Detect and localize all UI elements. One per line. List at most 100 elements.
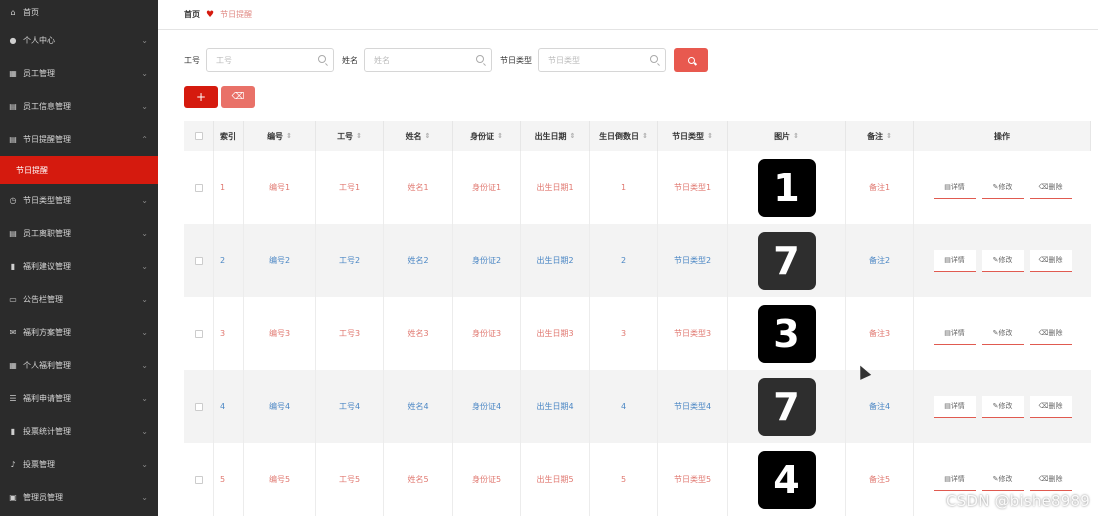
header-label: 身份证 <box>470 131 495 141</box>
row-image[interactable]: 3 <box>757 304 816 363</box>
trash-icon: ⌫ <box>1038 329 1049 337</box>
sidebar-item-welfare-apply[interactable]: ☰ 福利申请管理 ⌄ <box>0 382 158 415</box>
row-checkbox[interactable] <box>194 183 203 192</box>
header-leixing[interactable]: 节日类型 ⇕ <box>658 121 728 151</box>
sidebar-item-vote[interactable]: ♪ 投票管理 ⌄ <box>0 448 158 481</box>
edit-button[interactable]: ✎ 修改 <box>981 395 1024 418</box>
row-image[interactable]: 7 <box>757 231 816 290</box>
cell-chusheng: 出生日期3 <box>521 297 590 370</box>
search-icon <box>476 55 484 63</box>
cell-index: 3 <box>214 297 244 370</box>
row-image[interactable]: 1 <box>757 158 816 217</box>
chevron-down-icon: ⌄ <box>141 427 148 436</box>
detail-button[interactable]: ▤ 详情 <box>933 395 976 418</box>
delete-row-button[interactable]: ⌫ 删除 <box>1029 395 1072 418</box>
edit-button[interactable]: ✎ 修改 <box>981 176 1024 199</box>
delete-button[interactable]: ⌫ <box>221 86 255 108</box>
sidebar-item-welfare-suggestion[interactable]: ▮ 福利建议管理 ⌄ <box>0 250 158 283</box>
detail-button[interactable]: ▤ 详情 <box>933 322 976 345</box>
cell-chusheng: 出生日期5 <box>521 443 590 516</box>
header-beizhu[interactable]: 备注 ⇕ <box>846 121 914 151</box>
edit-button[interactable]: ✎ 修改 <box>981 322 1024 345</box>
sidebar-item-holiday-type[interactable]: ◷ 节日类型管理 ⌄ <box>0 184 158 217</box>
cell-tupian: 1 <box>728 151 846 224</box>
detail-button[interactable]: ▤ 详情 <box>933 468 976 491</box>
header-chusheng[interactable]: 出生日期 ⇕ <box>521 121 590 151</box>
row-checkbox[interactable] <box>194 402 203 411</box>
leixing-input[interactable] <box>539 49 665 71</box>
gonghao-input[interactable] <box>207 49 333 71</box>
sidebar-item-label: 节日类型管理 <box>23 196 71 205</box>
row-checkbox[interactable] <box>194 475 203 484</box>
cell-ops: ▤ 详情 ✎ 修改 ⌫ 删除 <box>914 297 1091 370</box>
sort-icon: ⇕ <box>707 132 713 140</box>
cell-beizhu: 备注5 <box>846 443 914 516</box>
chevron-down-icon: ⌄ <box>141 295 148 304</box>
row-image[interactable]: 7 <box>757 377 816 436</box>
row-actions: ▤ 详情 ✎ 修改 ⌫ 删除 <box>933 395 1072 418</box>
cell-gonghao: 工号2 <box>316 224 384 297</box>
table-row: 4 编号4 工号4 姓名4 身份证4 出生日期4 4 节日类型4 7 备注4 ▤ 详情 ✎ 修改 ⌫ 删… <box>184 370 1091 443</box>
sidebar-item-personal-welfare[interactable]: ▦ 个人福利管理 ⌄ <box>0 349 158 382</box>
row-checkbox[interactable] <box>194 256 203 265</box>
cell-xingming: 姓名4 <box>384 370 453 443</box>
delete-row-button[interactable]: ⌫ 删除 <box>1029 176 1072 199</box>
header-shenfenzheng[interactable]: 身份证 ⇕ <box>453 121 521 151</box>
cell-leixing: 节日类型4 <box>658 370 728 443</box>
header-tupian[interactable]: 图片 ⇕ <box>728 121 846 151</box>
detail-button[interactable]: ▤ 详情 <box>933 249 976 272</box>
edit-button[interactable]: ✎ 修改 <box>981 249 1024 272</box>
header-bianhao[interactable]: 编号 ⇕ <box>244 121 316 151</box>
delete-row-button[interactable]: ⌫ 删除 <box>1029 468 1072 491</box>
search-button[interactable] <box>674 48 708 72</box>
breadcrumb: 首页 ♥ 节日提醒 <box>158 0 1098 30</box>
delete-row-button[interactable]: ⌫ 删除 <box>1029 322 1072 345</box>
sidebar-item-personal-center[interactable]: ● 个人中心 ⌄ <box>0 24 158 57</box>
sidebar-item-employee[interactable]: ▦ 员工管理 ⌄ <box>0 57 158 90</box>
cell-tupian: 7 <box>728 224 846 297</box>
detail-button[interactable]: ▤ 详情 <box>933 176 976 199</box>
sidebar-item-holiday-reminder[interactable]: ▤ 节日提醒管理 ⌃ <box>0 123 158 156</box>
sidebar-item-welfare-plan[interactable]: ✉ 福利方案管理 ⌄ <box>0 316 158 349</box>
sidebar-item-vote-stats[interactable]: ▮ 投票统计管理 ⌄ <box>0 415 158 448</box>
leixing-field[interactable] <box>538 48 666 72</box>
row-checkbox[interactable] <box>194 329 203 338</box>
header-xingming[interactable]: 姓名 ⇕ <box>384 121 453 151</box>
sidebar-item-bulletin[interactable]: ▭ 公告栏管理 ⌄ <box>0 283 158 316</box>
chevron-down-icon: ⌄ <box>141 394 148 403</box>
header-gonghao[interactable]: 工号 ⇕ <box>316 121 384 151</box>
chevron-down-icon: ⌄ <box>141 460 148 469</box>
sort-icon: ⇕ <box>497 132 503 140</box>
bar-chart-icon: ▮ <box>10 262 16 271</box>
detail-icon: ▤ <box>944 475 951 483</box>
detail-icon: ▤ <box>944 402 951 410</box>
sidebar-item-home[interactable]: ⌂ 首页 <box>0 0 158 24</box>
cell-index: 2 <box>214 224 244 297</box>
edit-button[interactable]: ✎ 修改 <box>981 468 1024 491</box>
sidebar-item-admin[interactable]: ▣ 管理员管理 ⌄ <box>0 481 158 514</box>
gonghao-field[interactable] <box>206 48 334 72</box>
cell-leixing: 节日类型2 <box>658 224 728 297</box>
row-select-cell <box>184 443 214 516</box>
add-button[interactable]: + <box>184 86 218 108</box>
delete-row-button[interactable]: ⌫ 删除 <box>1029 249 1072 272</box>
header-label: 备注 <box>867 131 884 141</box>
breadcrumb-home[interactable]: 首页 <box>184 9 200 20</box>
sidebar-item-employee-info[interactable]: ▤ 员工信息管理 ⌄ <box>0 90 158 123</box>
detail-label: 详情 <box>950 256 965 264</box>
edit-label: 修改 <box>998 183 1013 191</box>
table-body: 1 编号1 工号1 姓名1 身份证1 出生日期1 1 节日类型1 1 备注1 ▤ 详情 ✎ 修改 ⌫ 删… <box>184 151 1091 516</box>
header-label: 操作 <box>994 131 1010 141</box>
grid-icon: ▦ <box>9 69 17 78</box>
xingming-input[interactable] <box>365 49 491 71</box>
row-actions: ▤ 详情 ✎ 修改 ⌫ 删除 <box>933 468 1072 491</box>
cell-bianhao: 编号2 <box>244 224 316 297</box>
row-image[interactable]: 4 <box>757 450 816 509</box>
header-daoshu[interactable]: 生日倒数日 ⇕ <box>590 121 658 151</box>
sidebar-subitem-holiday-reminder[interactable]: 节日提醒 <box>0 156 158 184</box>
mic-icon: ♪ <box>10 460 16 469</box>
sidebar-item-resignation[interactable]: ▤ 员工离职管理 ⌄ <box>0 217 158 250</box>
select-all-checkbox[interactable] <box>194 132 203 140</box>
xingming-field[interactable] <box>364 48 492 72</box>
cell-index: 4 <box>214 370 244 443</box>
